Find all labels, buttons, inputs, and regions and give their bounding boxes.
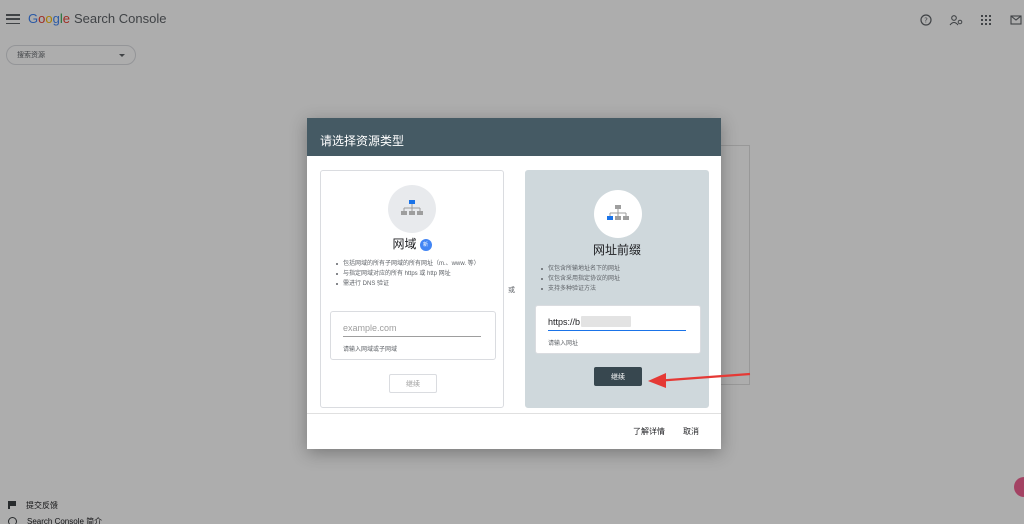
domain-input-container: 请输入网域或子网域 [330,311,496,360]
domain-hierarchy-icon [388,185,436,233]
url-prefix-card-title: 网址前缀 [592,243,641,257]
list-item: 需进行 DNS 验证 [335,279,495,289]
list-item: 与指定网域对应的所有 https 或 http 网址 [335,269,495,279]
domain-input[interactable] [343,323,481,337]
property-type-dialog: 请选择资源类型 网域新 包括网域的所有子网域的所有网址（m.、www. 等） 与… [307,118,721,449]
dialog-header: 请选择资源类型 [307,118,721,156]
url-prefix-feature-list: 仅包含所输地址名下的网址 仅包含采用指定协议的网址 支持多种验证方法 [540,264,700,294]
list-item: 支持多种验证方法 [540,284,700,294]
or-separator: 或 [508,287,515,294]
domain-input-hint: 请输入网域或子网域 [343,347,398,353]
list-item: 仅包含所输地址名下的网址 [540,264,700,274]
list-item: 包括网域的所有子网域的所有网址（m.、www. 等） [335,259,495,269]
annotation-arrow-icon [648,372,751,388]
learn-more-button[interactable]: 了解详情 [633,426,665,437]
domain-feature-list: 包括网域的所有子网域的所有网址（m.、www. 等） 与指定网域对应的所有 ht… [335,259,495,289]
url-prefix-hierarchy-icon [594,190,642,238]
domain-card[interactable]: 网域新 包括网域的所有子网域的所有网址（m.、www. 等） 与指定网域对应的所… [320,170,504,408]
dialog-footer: 了解详情 取消 [307,413,721,449]
new-badge: 新 [419,238,432,251]
url-input-container: 请输入网址 [535,305,701,354]
redacted-text [581,316,631,327]
url-input-hint: 请输入网址 [548,341,579,347]
domain-title-text: 网域 [392,237,417,251]
list-item: 仅包含采用指定协议的网址 [540,274,700,284]
domain-card-title: 网域新 [321,235,503,252]
url-prefix-continue-button[interactable]: 继续 [594,367,642,386]
domain-continue-button[interactable]: 继续 [389,374,437,393]
cancel-button[interactable]: 取消 [683,426,699,437]
dialog-title: 请选择资源类型 [320,134,405,148]
